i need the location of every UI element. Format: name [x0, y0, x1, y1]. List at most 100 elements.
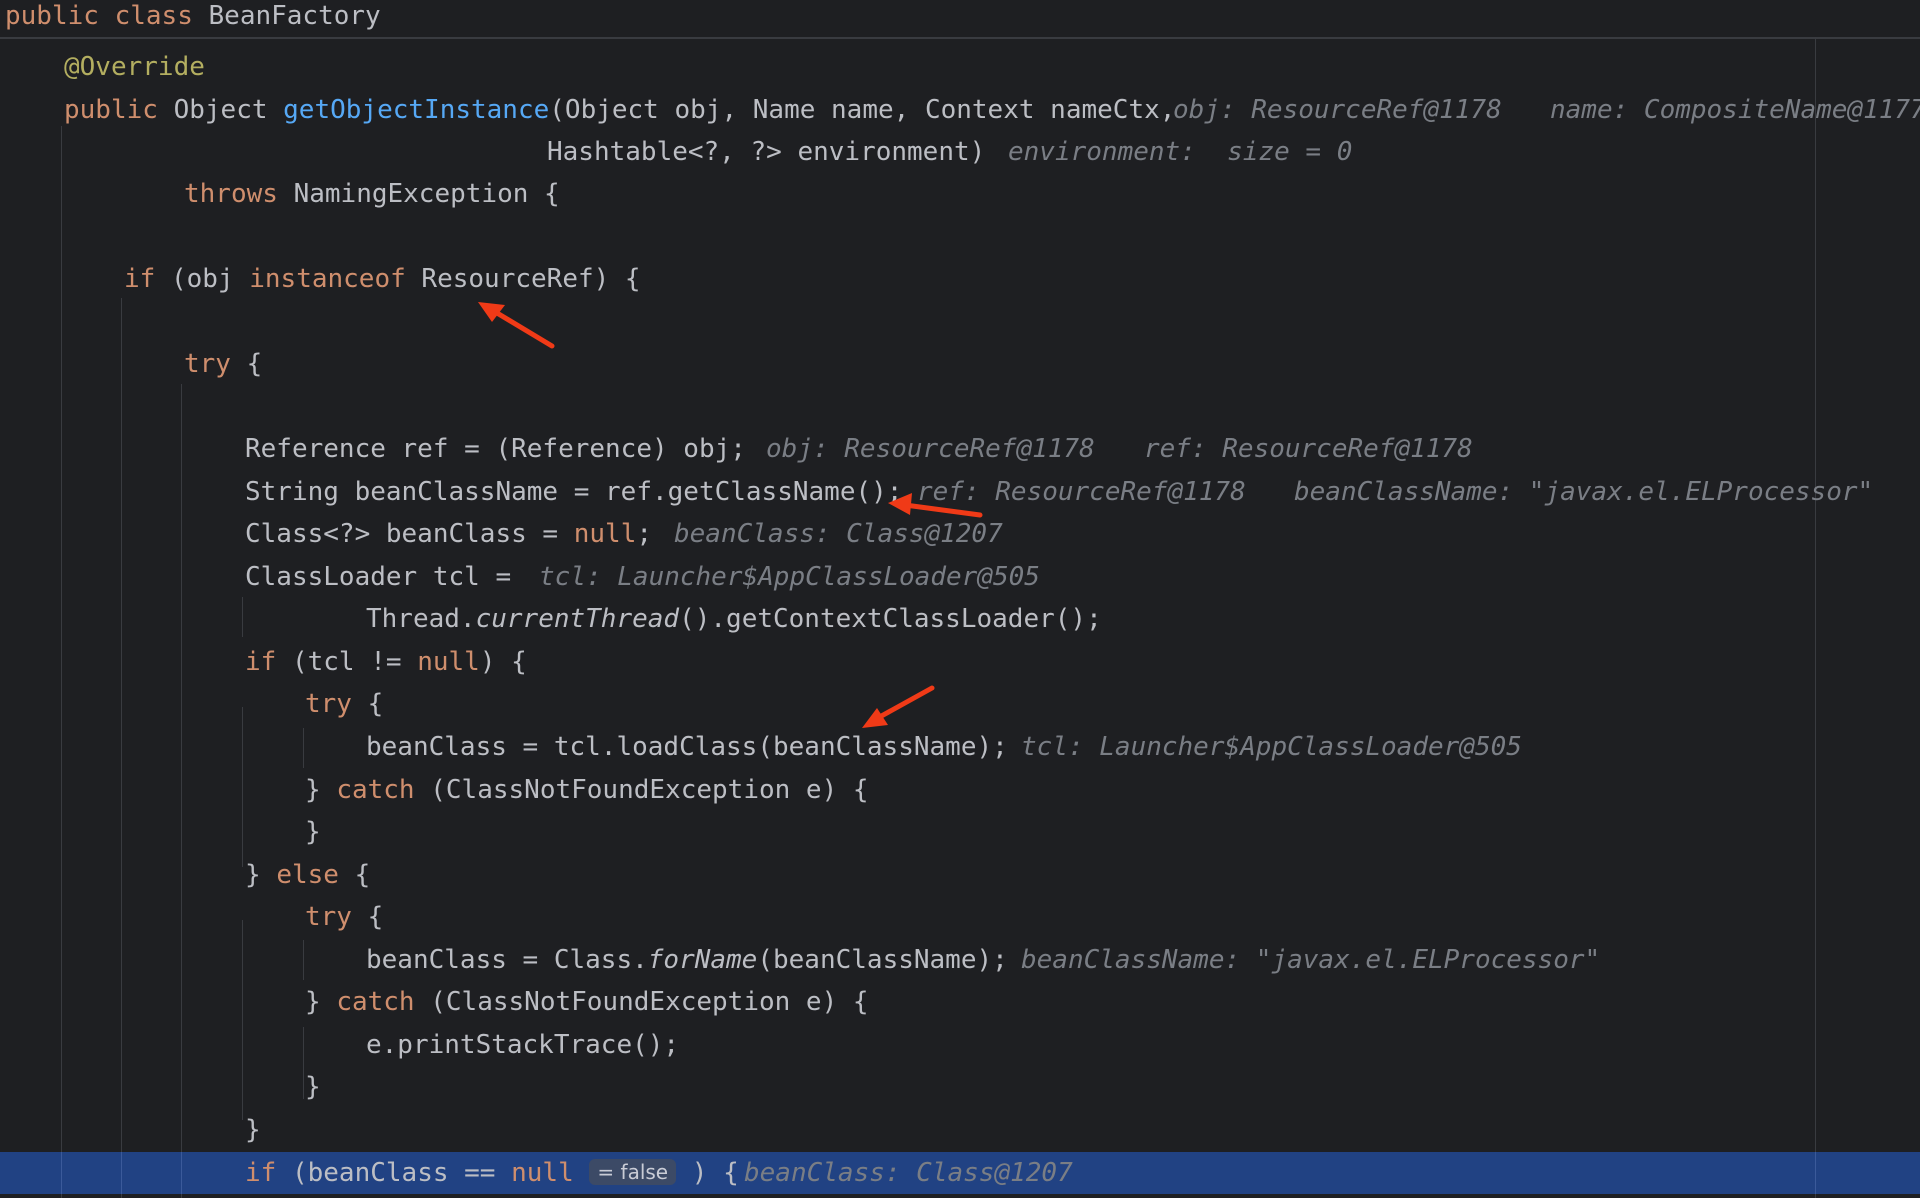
indent-guide	[61, 126, 62, 1198]
code-text: ;	[636, 519, 653, 549]
inlay-hint[interactable]: ref: ResourceRef@1178	[1144, 428, 1473, 470]
null-keyword: null	[417, 647, 480, 677]
code-line[interactable]: } catch (ClassNotFoundException e) {	[305, 981, 869, 1023]
code-text: }	[245, 1115, 261, 1145]
code-line[interactable]: } else {	[245, 854, 370, 896]
code-text: beanClass = tcl.loadClass(beanClassName)…	[366, 732, 1008, 762]
code-line[interactable]: throws NamingException {	[184, 173, 560, 215]
code-line[interactable]: try {	[305, 896, 383, 938]
red-arrow-icon	[862, 685, 935, 728]
public-keyword: public	[64, 95, 158, 125]
code-text: (ClassNotFoundException e) {	[414, 775, 869, 805]
null-keyword: null	[511, 1158, 574, 1188]
code-text: }	[305, 775, 337, 805]
hint-text: obj: ResourceRef@1178	[766, 434, 1095, 464]
code-text: ) {	[479, 647, 527, 677]
code-line[interactable]: Reference ref = (Reference) obj;	[245, 428, 746, 470]
code-text: Class<?> beanClass =	[245, 519, 574, 549]
code-line[interactable]: Hashtable<?, ?> environment)	[547, 131, 985, 173]
hint-text: obj: ResourceRef@1178	[1173, 95, 1502, 125]
code-text: Reference ref = (Reference) obj;	[245, 434, 746, 464]
code-line[interactable]: @Override	[64, 46, 205, 88]
try-keyword: try	[305, 689, 352, 719]
code-text: ClassLoader tcl =	[245, 562, 512, 592]
null-keyword: null	[573, 519, 637, 549]
indent-guide	[303, 940, 304, 980]
code-line[interactable]: beanClass = tcl.loadClass(beanClassName)…	[366, 726, 1008, 768]
inlay-hint[interactable]: beanClassName: "javax.el.ELProcessor"	[1021, 939, 1600, 981]
sticky-class-header[interactable]: public class BeanFactory	[0, 0, 1920, 39]
code-text: Thread.	[366, 604, 476, 634]
else-keyword: else	[276, 860, 339, 890]
code-line[interactable]: }	[305, 811, 321, 853]
code-line[interactable]: } catch (ClassNotFoundException e) {	[305, 769, 869, 811]
indent-guide	[61, 1152, 62, 1194]
indent-guide	[181, 384, 182, 1198]
if-keyword: if	[245, 647, 277, 677]
code-text: e.printStackTrace();	[366, 1030, 680, 1060]
code-line[interactable]: Class<?> beanClass = null;	[245, 513, 652, 555]
method-params: (Object obj, Name name, Context nameCtx,	[549, 95, 1176, 125]
code-line[interactable]: e.printStackTrace();	[366, 1024, 679, 1066]
code-line[interactable]: }	[245, 1109, 261, 1151]
inlay-hint[interactable]: beanClass: Class@1207	[744, 1152, 1073, 1194]
code-line[interactable]: try {	[305, 683, 383, 725]
inlay-hint[interactable]: tcl: Launcher$AppClassLoader@505	[539, 556, 1040, 598]
inlay-hint[interactable]: beanClassName: "javax.el.ELProcessor"	[1294, 471, 1873, 513]
hint-text: beanClassName: "javax.el.ELProcessor"	[1294, 477, 1874, 507]
instanceof-keyword: instanceof	[249, 264, 406, 294]
indent-guide	[242, 707, 243, 867]
code-line[interactable]: try {	[184, 343, 262, 385]
catch-keyword: catch	[336, 775, 415, 805]
code-line[interactable]: Thread.currentThread().getContextClassLo…	[366, 598, 1102, 640]
method-name[interactable]: getObjectInstance	[283, 95, 549, 125]
code-text: String beanClassName = ref.getClassName(…	[245, 477, 903, 507]
inlay-hint[interactable]: obj: ResourceRef@1178	[766, 428, 1095, 470]
if-keyword: if	[124, 264, 156, 294]
indent-guide	[303, 1027, 304, 1099]
inlay-hint[interactable]: obj: ResourceRef@1178	[1173, 89, 1502, 131]
method-call: currentThread	[475, 604, 680, 634]
code-text: (tcl !=	[276, 647, 418, 677]
inlay-hint[interactable]: beanClass: Class@1207	[674, 513, 1003, 555]
return-type: Object	[157, 95, 284, 125]
indent-guide	[242, 920, 243, 1120]
code-text: {	[351, 689, 384, 719]
code-line[interactable]: ClassLoader tcl =	[245, 556, 511, 598]
override-annotation: @Override	[64, 52, 205, 82]
current-execution-line[interactable]: if (beanClass == null = false ) {	[245, 1152, 739, 1194]
code-text: beanClass = Class.	[366, 945, 648, 975]
code-text: {	[230, 349, 263, 379]
code-line[interactable]: String beanClassName = ref.getClassName(…	[245, 471, 902, 513]
code-line[interactable]: if (tcl != null) {	[245, 641, 527, 683]
code-line[interactable]: public Object getObjectInstance(Object o…	[64, 89, 1175, 131]
code-text: }	[245, 860, 277, 890]
code-editor[interactable]: public class BeanFactory @Override publi…	[0, 0, 1920, 1198]
code-line[interactable]: if (obj instanceof ResourceRef) {	[124, 258, 641, 300]
code-text: }	[305, 1072, 321, 1102]
code-text: ResourceRef) {	[405, 264, 641, 294]
code-text: }	[305, 987, 337, 1017]
indent-guide	[242, 597, 243, 637]
inlay-hint[interactable]: name: CompositeName@1177	[1550, 89, 1920, 131]
indent-guide	[121, 1152, 122, 1194]
inlay-hint[interactable]: ref: ResourceRef@1178	[917, 471, 1246, 513]
hint-text: tcl: Launcher$AppClassLoader@505	[539, 562, 1040, 592]
code-text: ().getContextClassLoader();	[679, 604, 1102, 634]
throws-keyword: throws	[184, 179, 278, 209]
right-margin-guide	[1815, 1152, 1816, 1194]
code-text: (beanClass ==	[276, 1158, 512, 1188]
code-text: NamingException {	[277, 179, 560, 209]
hint-text: name: CompositeName@1177	[1550, 95, 1920, 125]
inlay-hint[interactable]: environment: size = 0	[1008, 131, 1352, 173]
try-keyword: try	[184, 349, 231, 379]
inlay-hint[interactable]: tcl: Launcher$AppClassLoader@505	[1021, 726, 1522, 768]
hint-text: beanClassName: "javax.el.ELProcessor"	[1021, 945, 1601, 975]
hint-text: beanClass: Class@1207	[674, 519, 1003, 549]
code-line[interactable]: }	[305, 1066, 321, 1108]
class-declaration: public class BeanFactory	[5, 0, 381, 37]
code-text: (obj	[155, 264, 250, 294]
public-keyword: public	[5, 1, 99, 31]
indent-guide	[303, 728, 304, 768]
code-line[interactable]: beanClass = Class.forName(beanClassName)…	[366, 939, 1008, 981]
